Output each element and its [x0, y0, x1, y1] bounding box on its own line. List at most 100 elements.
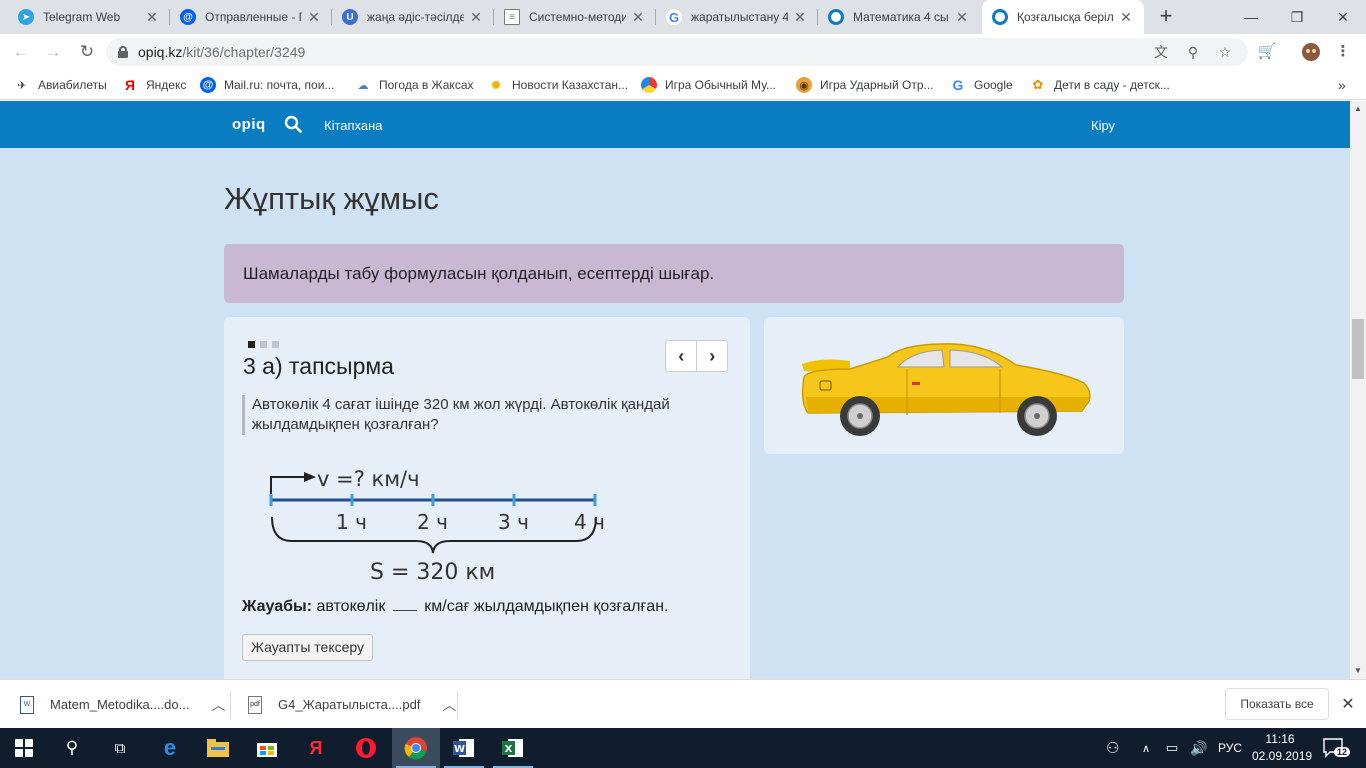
slide-indicator — [248, 341, 279, 348]
bookmark-label: Погода в Жаксах — [379, 78, 474, 92]
zoom-icon[interactable]: ⚲ — [1184, 43, 1202, 61]
page-scrollbar[interactable] — [1350, 101, 1366, 679]
bookmark-item[interactable]: Игра Обычный Му... — [641, 76, 776, 94]
chevron-right-icon: › — [709, 345, 716, 366]
tab-telegram[interactable]: ➤ Telegram Web ✕ — [8, 0, 170, 34]
bookmarks-overflow-icon[interactable]: » — [1338, 76, 1346, 94]
slide-dot[interactable] — [272, 341, 279, 348]
translate-icon[interactable]: 文 — [1152, 43, 1170, 61]
svg-text:W: W — [454, 744, 465, 755]
tab-document[interactable]: ≡ Системно-методи ✕ — [494, 0, 656, 34]
download-item[interactable]: pdf G4_Жаратылыста....pdf ︿ — [248, 680, 456, 729]
new-tab-button[interactable]: + — [1154, 5, 1178, 29]
scrollbar-thumb[interactable] — [1352, 319, 1364, 379]
tab-ucoz[interactable]: U жаңа әдіс-тәсілде ✕ — [332, 0, 494, 34]
close-icon[interactable]: ✕ — [468, 9, 484, 26]
library-link[interactable]: Кітапхана — [324, 118, 383, 133]
notifications-icon[interactable]: 12 — [1322, 728, 1364, 768]
slide-dot[interactable] — [260, 341, 267, 348]
search-icon[interactable] — [284, 115, 302, 133]
volume-icon[interactable]: 🔊 — [1190, 728, 1207, 768]
tab-opiq-active[interactable]: Қозғалысқа берілі ✕ — [982, 0, 1144, 34]
back-button[interactable]: ← — [8, 39, 34, 65]
bookmark-item[interactable]: G Google — [950, 76, 1013, 94]
arrow-head — [304, 472, 316, 482]
close-icon[interactable]: ✕ — [630, 9, 646, 26]
bookmark-item[interactable]: ☁ Погода в Жаксах — [355, 76, 474, 94]
scroll-up-icon[interactable]: ▲ — [1350, 101, 1366, 117]
language-indicator[interactable]: РУС — [1218, 728, 1242, 768]
bookmark-item[interactable]: ◉ Игра Ударный Отр... — [796, 76, 934, 94]
close-icon[interactable]: ✕ — [792, 9, 808, 26]
file-explorer-icon[interactable] — [194, 728, 242, 768]
chevron-up-icon[interactable]: ∧ — [1142, 728, 1150, 768]
next-button[interactable]: › — [696, 341, 727, 371]
tab-title: Telegram Web — [43, 10, 121, 24]
menu-icon[interactable]: ⋮ — [1332, 42, 1354, 62]
bookmarks-bar: ✈ Авиабилеты Я Яндекс @ Mail.ru: почта, пои… — [0, 70, 1366, 100]
slide-dot[interactable] — [248, 341, 255, 348]
clock[interactable]: 11:16 02.09.2019 — [1252, 731, 1312, 765]
close-icon[interactable]: ✕ — [1338, 694, 1358, 714]
task-view-icon[interactable]: ⧉ — [96, 728, 144, 768]
restore-button[interactable]: ❐ — [1274, 0, 1320, 34]
start-button[interactable] — [0, 728, 48, 768]
tab-title: Системно-методи — [529, 10, 626, 24]
prev-button[interactable]: ‹ — [666, 341, 696, 371]
opiq-icon — [992, 9, 1008, 25]
downloads-bar: W Matem_Metodika....do... ︿ pdf G4_Жарат… — [0, 679, 1366, 728]
answer-input[interactable] — [392, 597, 417, 611]
address-bar[interactable]: opiq.kz/kit/36/chapter/3249 文 ⚲ ☆ — [106, 38, 1248, 66]
opera-icon[interactable] — [342, 728, 390, 768]
minimize-button[interactable]: — — [1228, 0, 1274, 34]
yandex-icon: Я — [124, 77, 136, 93]
chevron-up-icon[interactable]: ︿ — [442, 695, 456, 715]
bookmark-item[interactable]: ✿ Дети в саду - детск... — [1030, 76, 1170, 94]
profile-avatar[interactable] — [1300, 42, 1322, 62]
excel-icon[interactable]: X — [489, 728, 537, 768]
check-answer-button[interactable]: Жауапты тексеру — [242, 634, 374, 661]
reload-button[interactable]: ↻ — [74, 39, 100, 65]
speed-label: v =? км/ч — [317, 467, 420, 491]
plane-icon: ✈ — [17, 79, 27, 92]
bookmark-item[interactable]: @ Mail.ru: почта, пои... — [200, 76, 334, 94]
site-logo[interactable]: opiq — [232, 116, 266, 133]
browser-tab-strip: ➤ Telegram Web ✕ @ Отправленные - Г ✕ U … — [0, 0, 1366, 34]
battery-icon[interactable]: ▭ — [1166, 728, 1178, 768]
tab-mail[interactable]: @ Отправленные - Г ✕ — [170, 0, 332, 34]
mailru-icon: @ — [180, 9, 196, 25]
bookmark-item[interactable]: Я Яндекс — [122, 76, 186, 94]
answer-label: Жауабы: — [242, 598, 313, 615]
chevron-up-icon[interactable]: ︿ — [211, 695, 225, 715]
ucoz-icon: U — [342, 9, 358, 25]
word-icon[interactable]: W — [440, 728, 488, 768]
window-close-button[interactable]: ✕ — [1320, 0, 1366, 34]
close-icon[interactable]: ✕ — [306, 9, 322, 26]
clock-time: 11:16 — [1265, 732, 1295, 746]
tab-google[interactable]: G жаратылыстану 4 ✕ — [656, 0, 818, 34]
forward-button[interactable]: → — [40, 39, 66, 65]
bookmark-star-icon[interactable]: ☆ — [1216, 43, 1234, 61]
show-all-downloads-button[interactable]: Показать все — [1225, 688, 1329, 720]
url-host: opiq.kz — [138, 44, 183, 60]
tab-title: жаңа әдіс-тәсілде — [367, 10, 464, 24]
bookmark-item[interactable]: ✹ Новости Казахстан... — [488, 76, 628, 94]
close-icon[interactable]: ✕ — [954, 9, 970, 26]
edge-icon[interactable]: e — [146, 728, 194, 768]
yandex-browser-icon[interactable]: Я — [292, 728, 340, 768]
search-icon[interactable]: ⚲ — [48, 728, 96, 768]
download-item[interactable]: W Matem_Metodika....do... ︿ — [20, 680, 225, 729]
people-icon[interactable]: ⚇ — [1106, 728, 1119, 768]
store-icon[interactable] — [243, 728, 291, 768]
tab-opiq-math[interactable]: Математика 4 сы ✕ — [818, 0, 980, 34]
close-icon[interactable]: ✕ — [144, 9, 160, 26]
document-icon: ≡ — [504, 9, 520, 25]
cart-icon[interactable]: 🛒 — [1256, 42, 1278, 62]
google-icon: G — [952, 77, 964, 93]
login-link[interactable]: Кіру — [1091, 118, 1115, 133]
chrome-icon[interactable] — [392, 728, 440, 768]
bookmark-label: Дети в саду - детск... — [1054, 78, 1170, 92]
close-icon[interactable]: ✕ — [1118, 9, 1134, 26]
scroll-down-icon[interactable]: ▼ — [1350, 663, 1366, 679]
bookmark-item[interactable]: ✈ Авиабилеты — [14, 76, 106, 94]
